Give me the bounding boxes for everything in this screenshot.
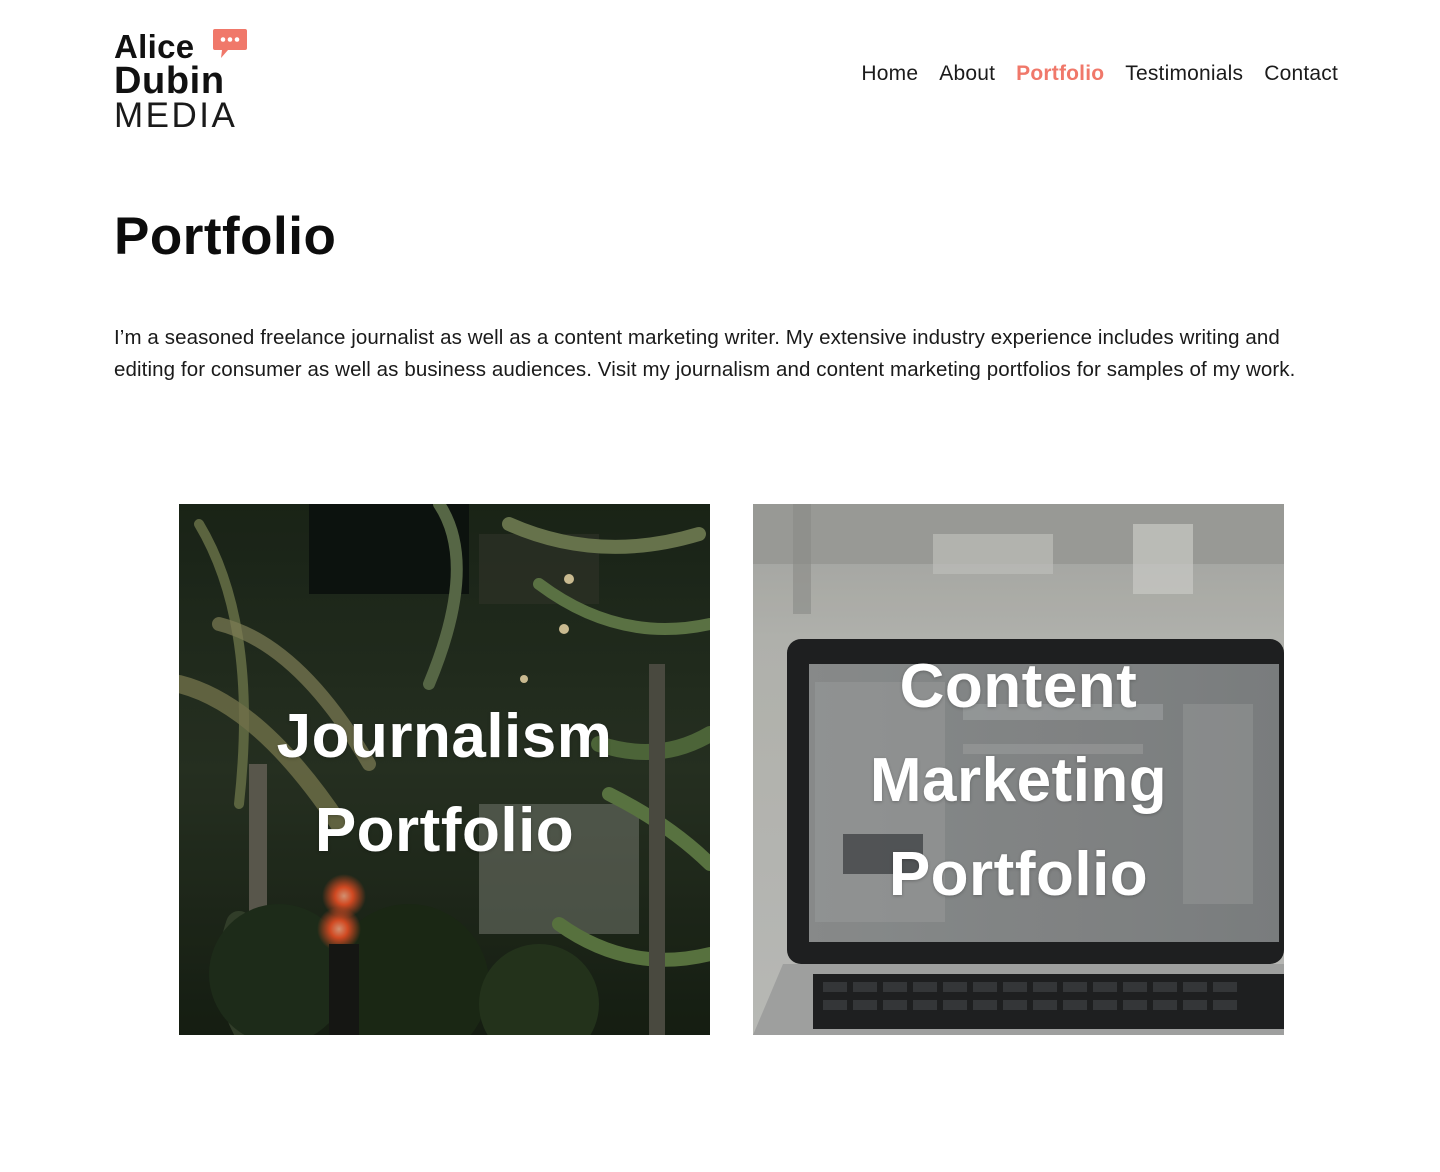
page: Alice Dubin MEDIA Home About Portfolio T… — [0, 0, 1440, 1172]
journalism-card-title: Journalism Portfolio — [277, 690, 613, 878]
journalism-portfolio-card[interactable]: Journalism Portfolio — [179, 504, 710, 1035]
intro-paragraph: I’m a seasoned freelance journalist as w… — [114, 326, 1296, 381]
portfolio-cards: Journalism Portfolio Content Marketing P… — [179, 504, 1284, 1035]
page-title: Portfolio — [114, 207, 337, 266]
main-nav: Home About Portfolio Testimonials Contac… — [861, 62, 1338, 86]
card-title-line: Portfolio — [314, 795, 575, 865]
nav-item-testimonials[interactable]: Testimonials — [1125, 62, 1243, 86]
card-title-line: Journalism — [276, 701, 613, 771]
nav-item-contact[interactable]: Contact — [1264, 62, 1338, 86]
site-logo[interactable]: Alice Dubin MEDIA — [114, 28, 254, 135]
logo-text-alice: Alice — [114, 28, 195, 65]
logo-text-dubin: Dubin — [114, 60, 225, 102]
speech-bubble-icon — [213, 29, 247, 58]
nav-item-home[interactable]: Home — [861, 62, 918, 86]
logo-text-media: MEDIA — [114, 96, 238, 135]
card-title-line: Marketing — [869, 745, 1168, 815]
content-marketing-portfolio-card[interactable]: Content Marketing Portfolio — [753, 504, 1284, 1035]
card-title-line: Content — [899, 651, 1138, 721]
nav-item-portfolio[interactable]: Portfolio — [1016, 62, 1104, 86]
nav-item-about[interactable]: About — [939, 62, 995, 86]
content-marketing-card-title: Content Marketing Portfolio — [870, 640, 1167, 922]
card-title-line: Portfolio — [888, 839, 1149, 909]
